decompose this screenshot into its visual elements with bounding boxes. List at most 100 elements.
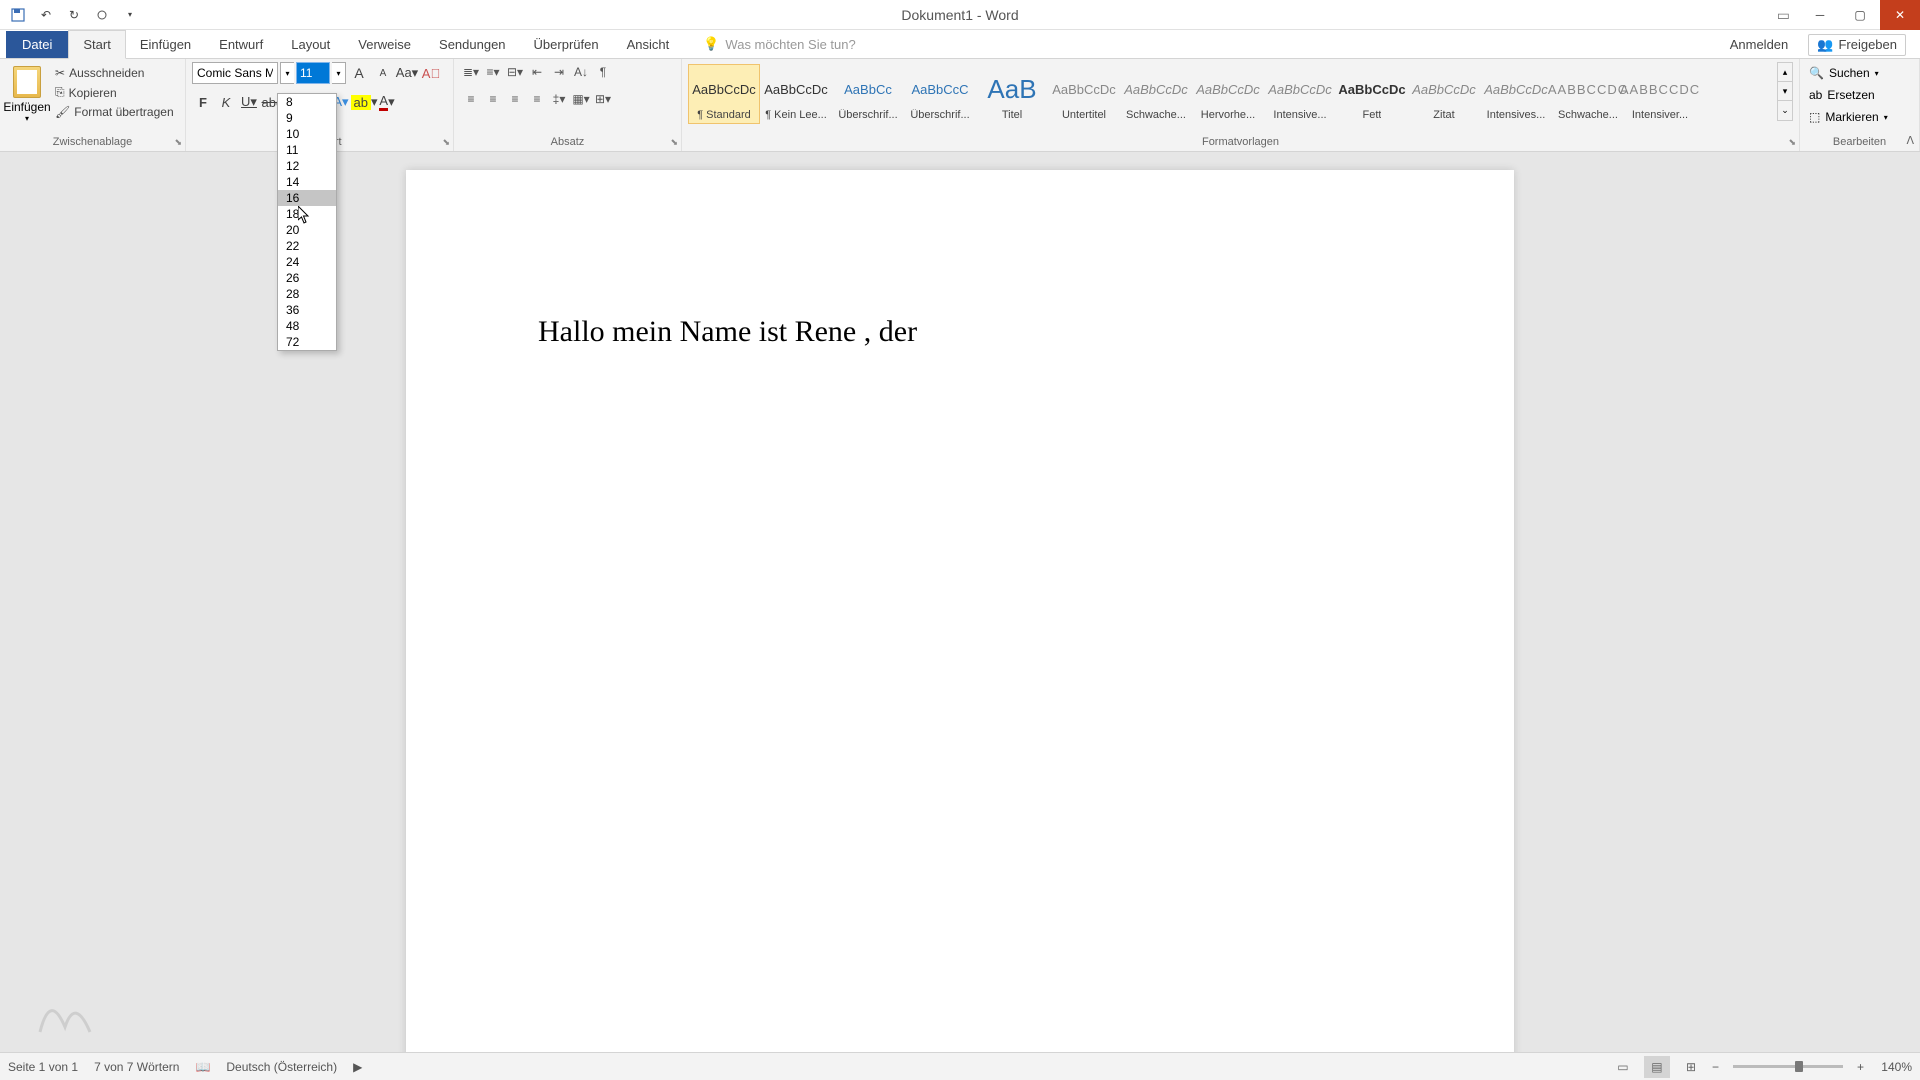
highlight-button[interactable]: ab▾ — [353, 91, 375, 113]
grow-font-button[interactable]: A — [348, 62, 370, 84]
page[interactable]: Hallo mein Name ist Rene , der — [406, 170, 1514, 1052]
zoom-out-button[interactable]: − — [1712, 1060, 1719, 1074]
decrease-indent-button[interactable]: ⇤ — [526, 62, 548, 82]
tell-me-search[interactable]: 💡 Was möchten Sie tun? — [703, 36, 856, 58]
borders-button[interactable]: ⊞▾ — [592, 89, 614, 109]
style-item-10[interactable]: AaBbCcDcZitat — [1408, 64, 1480, 124]
replace-button[interactable]: abErsetzen — [1806, 86, 1878, 104]
select-button[interactable]: ⬚Markieren▾ — [1806, 108, 1891, 126]
tab-einfügen[interactable]: Einfügen — [126, 31, 205, 58]
justify-button[interactable]: ≡ — [526, 89, 548, 109]
save-icon[interactable] — [10, 7, 26, 23]
increase-indent-button[interactable]: ⇥ — [548, 62, 570, 82]
line-spacing-button[interactable]: ‡▾ — [548, 89, 570, 109]
align-right-button[interactable]: ≡ — [504, 89, 526, 109]
status-macro-icon[interactable]: ▶ — [353, 1060, 362, 1074]
view-web-layout[interactable]: ⊞ — [1678, 1056, 1704, 1078]
align-left-button[interactable]: ≡ — [460, 89, 482, 109]
clipboard-dialog-launcher[interactable]: ⬊ — [174, 137, 182, 148]
tab-file[interactable]: Datei — [6, 31, 68, 58]
size-option-14[interactable]: 14 — [278, 174, 336, 190]
size-option-10[interactable]: 10 — [278, 126, 336, 142]
font-size-dropdown[interactable]: ▾ — [332, 62, 346, 84]
style-item-0[interactable]: AaBbCcDc¶ Standard — [688, 64, 760, 124]
size-option-48[interactable]: 48 — [278, 318, 336, 334]
size-option-72[interactable]: 72 — [278, 334, 336, 350]
font-name-input[interactable] — [192, 62, 278, 84]
document-text[interactable]: Hallo mein Name ist Rene , der — [538, 315, 917, 349]
numbered-list-button[interactable]: ≡▾ — [482, 62, 504, 82]
style-item-4[interactable]: AaBTitel — [976, 64, 1048, 124]
font-size-input[interactable] — [296, 62, 330, 84]
style-item-3[interactable]: AaBbCcCÜberschrif... — [904, 64, 976, 124]
change-case-button[interactable]: Aa▾ — [396, 62, 418, 84]
style-item-1[interactable]: AaBbCcDc¶ Kein Lee... — [760, 64, 832, 124]
zoom-level[interactable]: 140% — [1872, 1060, 1912, 1074]
size-option-22[interactable]: 22 — [278, 238, 336, 254]
show-marks-button[interactable]: ¶ — [592, 62, 614, 82]
size-option-8[interactable]: 8 — [278, 94, 336, 110]
tab-überprüfen[interactable]: Überprüfen — [520, 31, 613, 58]
format-painter-button[interactable]: 🖌Format übertragen — [52, 103, 177, 121]
zoom-in-button[interactable]: + — [1857, 1060, 1864, 1074]
find-button[interactable]: 🔍Suchen▾ — [1806, 64, 1882, 82]
font-name-dropdown[interactable]: ▾ — [280, 62, 294, 84]
status-page[interactable]: Seite 1 von 1 — [8, 1060, 78, 1074]
size-option-24[interactable]: 24 — [278, 254, 336, 270]
undo-icon[interactable]: ↶ — [38, 7, 54, 23]
size-option-26[interactable]: 26 — [278, 270, 336, 286]
ribbon-display-options-icon[interactable]: ▭ — [1777, 7, 1790, 24]
style-item-11[interactable]: AaBbCcDcIntensives... — [1480, 64, 1552, 124]
size-option-20[interactable]: 20 — [278, 222, 336, 238]
status-language[interactable]: Deutsch (Österreich) — [226, 1060, 337, 1074]
status-proofing-icon[interactable]: 📖 — [195, 1060, 210, 1074]
collapse-ribbon-button[interactable]: ᐱ — [1906, 134, 1914, 147]
style-item-8[interactable]: AaBbCcDcIntensive... — [1264, 64, 1336, 124]
size-option-18[interactable]: 18 — [278, 206, 336, 222]
paragraph-dialog-launcher[interactable]: ⬊ — [670, 137, 678, 148]
tab-layout[interactable]: Layout — [277, 31, 344, 58]
sign-in-link[interactable]: Anmelden — [1730, 37, 1789, 52]
size-option-12[interactable]: 12 — [278, 158, 336, 174]
style-item-5[interactable]: AaBbCcDcUntertitel — [1048, 64, 1120, 124]
shrink-font-button[interactable]: A — [372, 62, 394, 84]
font-color-button[interactable]: A▾ — [376, 91, 398, 113]
close-button[interactable]: ✕ — [1880, 0, 1920, 30]
tab-verweise[interactable]: Verweise — [344, 31, 425, 58]
underline-button[interactable]: U▾ — [238, 91, 260, 113]
style-item-6[interactable]: AaBbCcDcSchwache... — [1120, 64, 1192, 124]
clear-formatting-button[interactable]: A⃠ — [420, 62, 442, 84]
align-center-button[interactable]: ≡ — [482, 89, 504, 109]
size-option-28[interactable]: 28 — [278, 286, 336, 302]
styles-dialog-launcher[interactable]: ⬊ — [1788, 137, 1796, 148]
zoom-thumb[interactable] — [1795, 1061, 1803, 1072]
touch-mode-icon[interactable] — [94, 7, 110, 23]
share-button[interactable]: 👥 Freigeben — [1808, 34, 1906, 56]
tab-entwurf[interactable]: Entwurf — [205, 31, 277, 58]
style-item-7[interactable]: AaBbCcDcHervorhe... — [1192, 64, 1264, 124]
cut-button[interactable]: ✂Ausschneiden — [52, 64, 177, 82]
size-option-16[interactable]: 16 — [278, 190, 336, 206]
style-item-12[interactable]: AABBCCDCSchwache... — [1552, 64, 1624, 124]
tab-ansicht[interactable]: Ansicht — [613, 31, 684, 58]
styles-expand[interactable]: ⌄ — [1778, 101, 1792, 120]
qat-customize-dropdown[interactable]: ▾ — [122, 7, 138, 23]
style-item-13[interactable]: AABBCCDCIntensiver... — [1624, 64, 1696, 124]
styles-scroll-down[interactable]: ▾ — [1778, 82, 1792, 101]
maximize-button[interactable]: ▢ — [1840, 0, 1880, 30]
view-read-mode[interactable]: ▭ — [1610, 1056, 1636, 1078]
sort-button[interactable]: A↓ — [570, 62, 592, 82]
bullet-list-button[interactable]: ≣▾ — [460, 62, 482, 82]
tab-sendungen[interactable]: Sendungen — [425, 31, 520, 58]
bold-button[interactable]: F — [192, 91, 214, 113]
copy-button[interactable]: ⎘Kopieren — [52, 83, 177, 102]
size-option-11[interactable]: 11 — [278, 142, 336, 158]
view-print-layout[interactable]: ▤ — [1644, 1056, 1670, 1078]
tab-start[interactable]: Start — [68, 30, 125, 59]
size-option-9[interactable]: 9 — [278, 110, 336, 126]
status-words[interactable]: 7 von 7 Wörtern — [94, 1060, 179, 1074]
style-item-2[interactable]: AaBbCcÜberschrif... — [832, 64, 904, 124]
styles-scroll-up[interactable]: ▴ — [1778, 63, 1792, 82]
minimize-button[interactable]: ─ — [1800, 0, 1840, 30]
italic-button[interactable]: K — [215, 91, 237, 113]
